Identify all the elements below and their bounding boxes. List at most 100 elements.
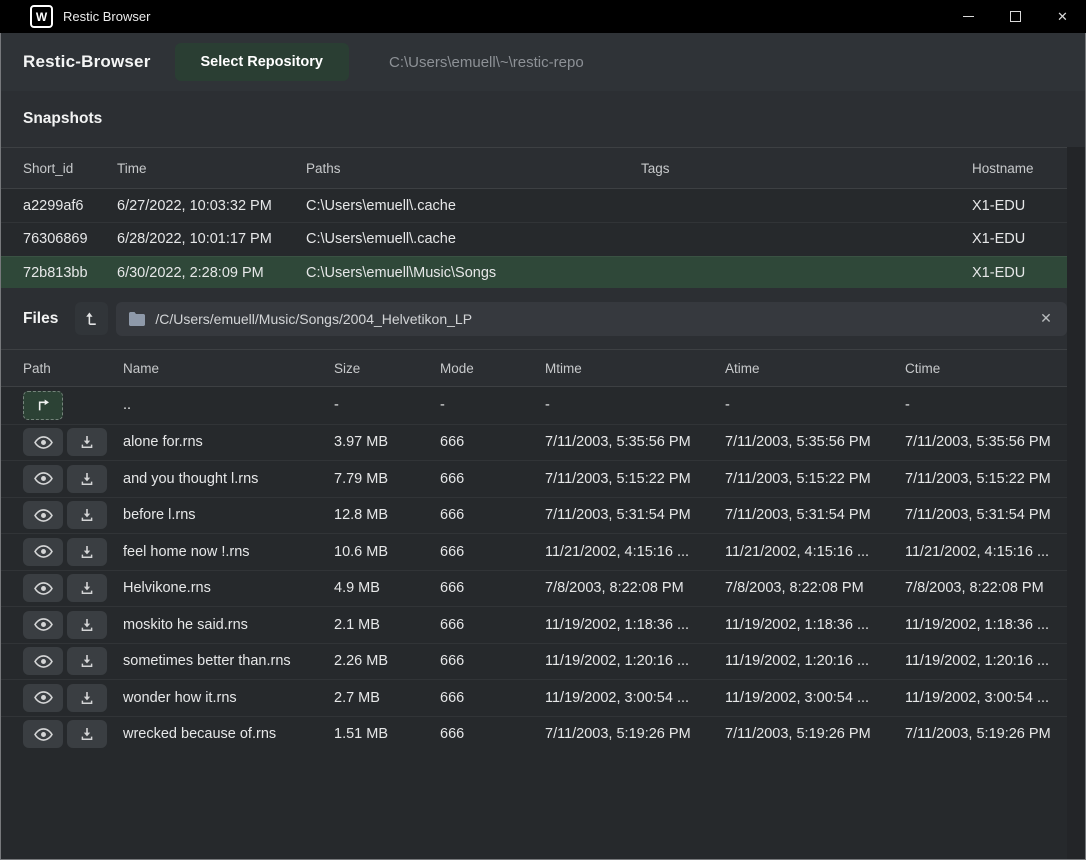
eye-icon bbox=[34, 508, 53, 523]
file-name: wrecked because of.rns bbox=[123, 726, 334, 742]
file-mtime: 7/11/2003, 5:19:26 PM bbox=[545, 726, 725, 742]
file-row[interactable]: sometimes better than.rns2.26 MB66611/19… bbox=[1, 643, 1067, 680]
snapshots-title: Snapshots bbox=[23, 110, 102, 128]
snapshot-row[interactable]: 72b813bb6/30/2022, 2:28:09 PMC:\Users\em… bbox=[1, 256, 1067, 289]
column-header-name: Name bbox=[123, 361, 334, 376]
download-file-button[interactable] bbox=[67, 684, 107, 712]
page-title: Restic-Browser bbox=[23, 52, 151, 72]
preview-file-button[interactable] bbox=[23, 501, 63, 529]
minimize-button[interactable] bbox=[945, 0, 992, 33]
column-header-short-id: Short_id bbox=[23, 161, 117, 176]
eye-icon bbox=[34, 471, 53, 486]
file-mtime: 11/19/2002, 1:20:16 ... bbox=[545, 653, 725, 669]
preview-file-button[interactable] bbox=[23, 574, 63, 602]
file-row[interactable]: wonder how it.rns2.7 MB66611/19/2002, 3:… bbox=[1, 679, 1067, 716]
files-section-header: Files /C/Users/emuell/Music/Songs/2004_H… bbox=[1, 288, 1085, 349]
download-file-button[interactable] bbox=[67, 465, 107, 493]
download-file-button[interactable] bbox=[67, 501, 107, 529]
eye-icon bbox=[34, 435, 53, 450]
file-mtime: - bbox=[545, 397, 725, 413]
files-table-body: ..-----alone for.rns3.97 MB6667/11/2003,… bbox=[1, 387, 1085, 752]
column-header-paths: Paths bbox=[306, 161, 641, 176]
preview-file-button[interactable] bbox=[23, 611, 63, 639]
file-atime: 11/21/2002, 4:15:16 ... bbox=[725, 544, 905, 560]
snapshots-table-body: a2299af66/27/2022, 10:03:32 PMC:\Users\e… bbox=[1, 189, 1085, 289]
file-row[interactable]: ..----- bbox=[1, 387, 1067, 424]
file-row[interactable]: alone for.rns3.97 MB6667/11/2003, 5:35:5… bbox=[1, 424, 1067, 461]
download-icon bbox=[79, 507, 95, 523]
download-file-button[interactable] bbox=[67, 574, 107, 602]
root-directory-button[interactable] bbox=[75, 302, 108, 335]
download-file-button[interactable] bbox=[67, 538, 107, 566]
file-size: 10.6 MB bbox=[334, 544, 440, 560]
snapshot-row[interactable]: 763068696/28/2022, 10:01:17 PMC:\Users\e… bbox=[1, 222, 1067, 255]
eye-icon bbox=[34, 654, 53, 669]
file-ctime: - bbox=[905, 397, 1067, 413]
file-name: .. bbox=[123, 397, 334, 413]
download-icon bbox=[79, 690, 95, 706]
download-icon bbox=[79, 434, 95, 450]
file-row[interactable]: moskito he said.rns2.1 MB66611/19/2002, … bbox=[1, 606, 1067, 643]
file-mtime: 11/19/2002, 1:18:36 ... bbox=[545, 617, 725, 633]
up-directory-button[interactable] bbox=[23, 391, 63, 420]
file-name: and you thought l.rns bbox=[123, 471, 334, 487]
file-name: feel home now !.rns bbox=[123, 544, 334, 560]
file-ctime: 11/21/2002, 4:15:16 ... bbox=[905, 544, 1067, 560]
preview-file-button[interactable] bbox=[23, 647, 63, 675]
file-row[interactable]: feel home now !.rns10.6 MB66611/21/2002,… bbox=[1, 533, 1067, 570]
current-path-bar[interactable]: /C/Users/emuell/Music/Songs/2004_Helveti… bbox=[116, 302, 1067, 336]
eye-icon bbox=[34, 690, 53, 705]
select-repository-button[interactable]: Select Repository bbox=[175, 43, 350, 81]
close-button[interactable]: ✕ bbox=[1039, 0, 1086, 33]
column-header-ctime: Ctime bbox=[905, 361, 1067, 376]
file-mode: 666 bbox=[440, 653, 545, 669]
files-title: Files bbox=[23, 310, 58, 328]
file-row[interactable]: Helvikone.rns4.9 MB6667/8/2003, 8:22:08 … bbox=[1, 570, 1067, 607]
snapshot-row[interactable]: a2299af66/27/2022, 10:03:32 PMC:\Users\e… bbox=[1, 189, 1067, 222]
file-mtime: 7/11/2003, 5:31:54 PM bbox=[545, 507, 725, 523]
file-mtime: 7/11/2003, 5:15:22 PM bbox=[545, 471, 725, 487]
download-file-button[interactable] bbox=[67, 428, 107, 456]
current-path: /C/Users/emuell/Music/Songs/2004_Helveti… bbox=[155, 311, 472, 327]
download-file-button[interactable] bbox=[67, 611, 107, 639]
window-controls: ✕ bbox=[945, 0, 1086, 33]
file-row-actions bbox=[23, 501, 123, 529]
file-mtime: 7/8/2003, 8:22:08 PM bbox=[545, 580, 725, 596]
column-header-mtime: Mtime bbox=[545, 361, 725, 376]
file-row[interactable]: and you thought l.rns7.79 MB6667/11/2003… bbox=[1, 460, 1067, 497]
preview-file-button[interactable] bbox=[23, 465, 63, 493]
file-size: 2.1 MB bbox=[334, 617, 440, 633]
snapshot-short-id: 72b813bb bbox=[23, 265, 117, 281]
download-icon bbox=[79, 653, 95, 669]
file-row-actions bbox=[23, 538, 123, 566]
scrollbar-gutter[interactable] bbox=[1067, 147, 1085, 859]
file-size: 12.8 MB bbox=[334, 507, 440, 523]
file-row-actions bbox=[23, 428, 123, 456]
preview-file-button[interactable] bbox=[23, 428, 63, 456]
maximize-button[interactable] bbox=[992, 0, 1039, 33]
snapshot-hostname: X1-EDU bbox=[972, 231, 1067, 247]
folder-icon bbox=[129, 312, 145, 326]
preview-file-button[interactable] bbox=[23, 720, 63, 748]
file-atime: 11/19/2002, 3:00:54 ... bbox=[725, 690, 905, 706]
column-header-atime: Atime bbox=[725, 361, 905, 376]
file-row[interactable]: wrecked because of.rns1.51 MB6667/11/200… bbox=[1, 716, 1067, 753]
file-row[interactable]: before l.rns12.8 MB6667/11/2003, 5:31:54… bbox=[1, 497, 1067, 534]
file-mode: 666 bbox=[440, 726, 545, 742]
file-row-actions bbox=[23, 574, 123, 602]
eye-icon bbox=[34, 727, 53, 742]
file-mode: 666 bbox=[440, 471, 545, 487]
repository-path: C:\Users\emuell\~\restic-repo bbox=[389, 54, 584, 71]
download-file-button[interactable] bbox=[67, 647, 107, 675]
snapshot-paths: C:\Users\emuell\.cache bbox=[306, 231, 641, 247]
preview-file-button[interactable] bbox=[23, 538, 63, 566]
preview-file-button[interactable] bbox=[23, 684, 63, 712]
app-header: Restic-Browser Select Repository C:\User… bbox=[1, 33, 1085, 91]
download-file-button[interactable] bbox=[67, 720, 107, 748]
clear-icon: ✕ bbox=[1040, 310, 1052, 326]
files-table-header: Path Name Size Mode Mtime Atime Ctime bbox=[1, 349, 1067, 387]
file-size: 1.51 MB bbox=[334, 726, 440, 742]
snapshot-paths: C:\Users\emuell\Music\Songs bbox=[306, 265, 641, 281]
clear-path-button[interactable]: ✕ bbox=[1031, 304, 1061, 334]
file-ctime: 7/11/2003, 5:31:54 PM bbox=[905, 507, 1067, 523]
